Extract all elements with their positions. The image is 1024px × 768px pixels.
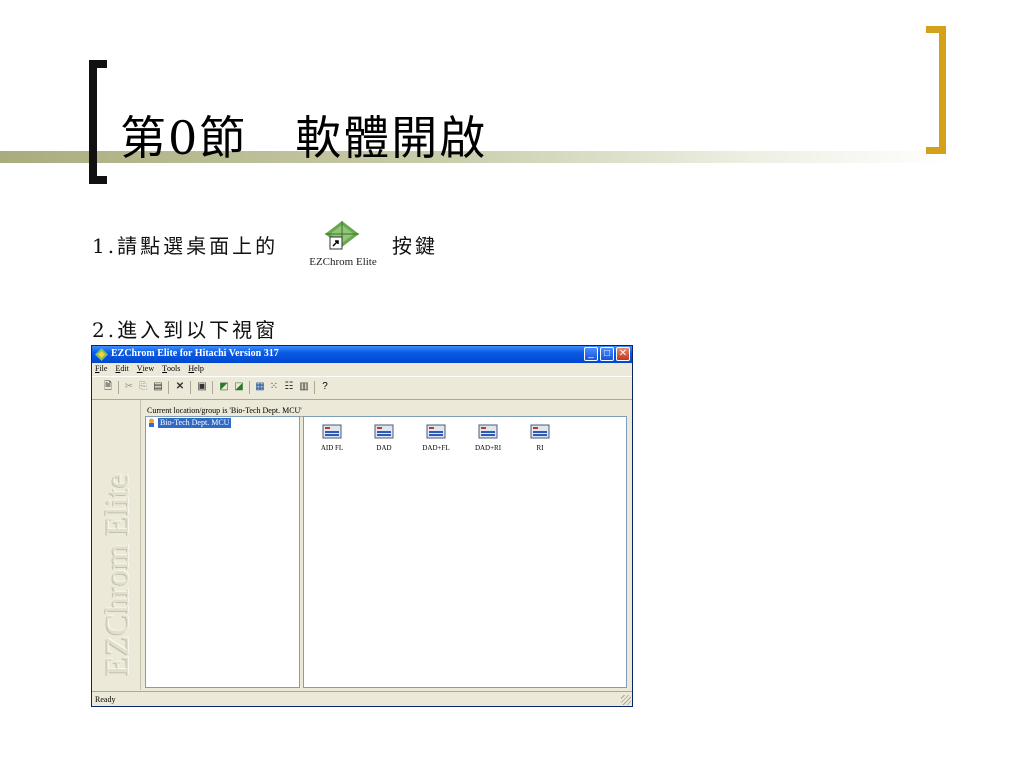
tree-node-label: Bio-Tech Dept. MCU bbox=[158, 418, 232, 428]
left-bracket-decoration bbox=[89, 60, 107, 184]
menu-view[interactable]: View bbox=[134, 363, 157, 374]
slide-title: 第0節 軟體開啟 bbox=[120, 111, 488, 165]
toolbar-separator bbox=[168, 381, 169, 394]
close-button[interactable]: ✕ bbox=[616, 347, 630, 361]
app-icon bbox=[95, 348, 108, 361]
toolbar-separator bbox=[212, 381, 213, 394]
instrument-label: RI bbox=[536, 444, 544, 452]
status-text: Ready bbox=[95, 695, 116, 704]
instrument-label: DAD+FL bbox=[422, 444, 450, 452]
resize-grip[interactable] bbox=[621, 695, 631, 705]
instrument-icon[interactable]: ◩ bbox=[218, 381, 230, 393]
help-icon[interactable]: ? bbox=[319, 381, 331, 393]
instrument-icon bbox=[478, 424, 498, 439]
ezchrom-desktop-shortcut[interactable]: EZChrom Elite bbox=[296, 218, 390, 274]
instrument-label: DAD bbox=[376, 444, 392, 452]
instrument-list: AID FL DAD DAD+FL DAD+RI RI bbox=[303, 416, 627, 688]
instrument-item[interactable]: DAD+FL bbox=[414, 424, 454, 456]
menu-file[interactable]: File bbox=[92, 363, 110, 374]
toolbar: 🗎 ✂ ⎘ ▤ ✕ ▣ ◩ ◪ ▦ ⁙ ☷ ▥ ? bbox=[92, 376, 632, 400]
details-icon[interactable]: ▥ bbox=[298, 381, 310, 393]
ezchrom-app-icon bbox=[325, 221, 359, 250]
small-icons-icon[interactable]: ⁙ bbox=[268, 381, 280, 393]
minimize-icon: _ bbox=[588, 348, 594, 359]
instrument-icon bbox=[322, 424, 342, 439]
instrument-item[interactable]: DAD+RI bbox=[466, 424, 506, 456]
instrument-label: DAD+RI bbox=[474, 444, 502, 452]
ezchrom-window: EZChrom Elite for Hitachi Version 317 _ … bbox=[91, 345, 633, 707]
toolbar-separator bbox=[249, 381, 250, 394]
instrument-icon bbox=[374, 424, 394, 439]
large-icons-icon[interactable]: ▦ bbox=[254, 381, 266, 393]
step1-tail-text: 按鍵 bbox=[392, 234, 438, 258]
sidebar-banner: EZChrom Elite bbox=[94, 400, 141, 690]
instrument-icon bbox=[530, 424, 550, 439]
desktop-icon-label: EZChrom Elite bbox=[309, 256, 377, 268]
status-bar: Ready bbox=[92, 691, 632, 706]
toolbar-separator bbox=[314, 381, 315, 394]
instrument-item[interactable]: DAD bbox=[362, 424, 402, 456]
menu-bar: File Edit View Tools Help bbox=[92, 363, 632, 375]
menu-tools[interactable]: Tools bbox=[159, 363, 183, 374]
cut-icon[interactable]: ✂ bbox=[123, 381, 135, 393]
step2-text: 2.進入到以下視窗 bbox=[92, 318, 279, 342]
sidebar-brand-text: EZChrom Elite bbox=[100, 473, 136, 676]
maximize-icon: □ bbox=[603, 348, 611, 359]
group-tree[interactable]: Bio-Tech Dept. MCU bbox=[145, 416, 300, 688]
instrument-icon bbox=[426, 424, 446, 439]
window-titlebar[interactable]: EZChrom Elite for Hitachi Version 317 _ … bbox=[92, 346, 632, 363]
menu-help[interactable]: Help bbox=[185, 363, 207, 374]
menu-edit[interactable]: Edit bbox=[112, 363, 131, 374]
wizard-icon[interactable]: ◪ bbox=[233, 381, 245, 393]
properties-icon[interactable]: ▣ bbox=[196, 381, 208, 393]
new-icon[interactable]: 🗎 bbox=[102, 381, 114, 393]
paste-icon[interactable]: ▤ bbox=[152, 381, 164, 393]
toolbar-separator bbox=[118, 381, 119, 394]
minimize-button[interactable]: _ bbox=[584, 347, 598, 361]
window-title: EZChrom Elite for Hitachi Version 317 bbox=[111, 348, 279, 359]
close-icon: ✕ bbox=[618, 348, 628, 359]
instrument-item[interactable]: AID FL bbox=[310, 424, 350, 456]
instrument-label: AID FL bbox=[320, 444, 344, 452]
delete-icon[interactable]: ✕ bbox=[174, 381, 186, 393]
right-bracket-decoration bbox=[926, 26, 946, 154]
step1-text: 1.請點選桌面上的 bbox=[92, 234, 279, 258]
list-icon[interactable]: ☷ bbox=[283, 381, 295, 393]
group-icon bbox=[149, 418, 154, 427]
copy-icon[interactable]: ⎘ bbox=[137, 381, 149, 393]
maximize-button[interactable]: □ bbox=[600, 347, 614, 361]
toolbar-separator bbox=[190, 381, 191, 394]
instrument-item[interactable]: RI bbox=[518, 424, 558, 456]
